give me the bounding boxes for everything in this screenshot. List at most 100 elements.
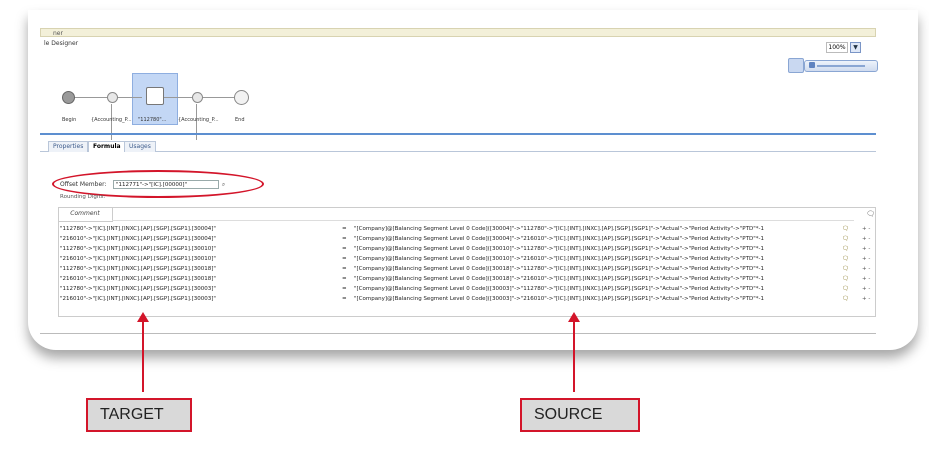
source-expression[interactable]: "[Company]@[Balancing Segment Level 0 Co… <box>354 275 764 283</box>
remove-row-button[interactable]: - <box>868 236 870 242</box>
formula-row[interactable]: "216010"->"[IC].[INT].[INXC].[AP].[SGP].… <box>60 275 872 283</box>
row-add-remove[interactable]: + - <box>862 275 870 283</box>
tab-usages[interactable]: Usages <box>124 141 156 152</box>
rounding-digits-label: Rounding Digits: <box>60 194 106 200</box>
add-row-button[interactable]: + <box>862 246 867 252</box>
target-expression[interactable]: "216010"->"[IC].[INT].[INXC].[AP].[SGP].… <box>60 255 216 263</box>
formula-row[interactable]: "112780"->"[IC].[INT].[INXC].[AP].[SGP].… <box>60 265 872 273</box>
row-comment-icon[interactable]: 🗨 <box>842 255 849 263</box>
zoom-field[interactable]: 100% <box>826 42 848 53</box>
equals-operator: = <box>342 286 347 292</box>
equals-operator: = <box>342 266 347 272</box>
tab-properties[interactable]: Properties <box>48 141 89 152</box>
grid-header-rule <box>112 220 854 221</box>
target-expression[interactable]: "112780"->"[IC].[INT].[INXC].[AP].[SGP].… <box>60 245 216 253</box>
remove-row-button[interactable]: - <box>868 266 870 272</box>
formula-row[interactable]: "112780"->"[IC].[INT].[INXC].[AP].[SGP].… <box>60 285 872 293</box>
accounting-node-left-icon[interactable] <box>107 92 118 103</box>
target-expression[interactable]: "216010"->"[IC].[INT].[INXC].[AP].[SGP].… <box>60 295 216 303</box>
source-expression[interactable]: "[Company]@[Balancing Segment Level 0 Co… <box>354 225 764 233</box>
fit-to-window-button[interactable] <box>788 58 804 73</box>
zoom-dropdown-arrow-icon[interactable]: ▼ <box>850 42 861 53</box>
target-arrow-line <box>142 320 144 392</box>
target-callout: TARGET <box>86 398 192 432</box>
add-row-button[interactable]: + <box>862 296 867 302</box>
flow-connector <box>202 97 234 98</box>
source-expression[interactable]: "[Company]@[Balancing Segment Level 0 Co… <box>354 295 764 303</box>
row-add-remove[interactable]: + - <box>862 285 870 293</box>
designer-splitter[interactable] <box>40 133 876 135</box>
flow-connector <box>73 97 107 98</box>
row-add-remove[interactable]: + - <box>862 235 870 243</box>
panel-bottom-border <box>40 333 876 334</box>
source-expression[interactable]: "[Company]@[Balancing Segment Level 0 Co… <box>354 245 764 253</box>
row-comment-icon[interactable]: 🗨 <box>842 225 849 233</box>
add-row-button[interactable]: + <box>862 286 867 292</box>
row-comment-icon[interactable]: 🗨 <box>842 265 849 273</box>
equals-operator: = <box>342 246 347 252</box>
row-add-remove[interactable]: + - <box>862 225 870 233</box>
source-callout: SOURCE <box>520 398 640 432</box>
tab-formula[interactable]: Formula <box>88 141 126 152</box>
remove-row-button[interactable]: - <box>868 256 870 262</box>
row-add-remove[interactable]: + - <box>862 265 870 273</box>
accounting-node-right-icon[interactable] <box>192 92 203 103</box>
row-comment-icon[interactable]: 🗨 <box>842 285 849 293</box>
comment-column-header: Comment <box>58 207 113 222</box>
source-expression[interactable]: "[Company]@[Balancing Segment Level 0 Co… <box>354 265 764 273</box>
add-row-button[interactable]: + <box>862 266 867 272</box>
target-expression[interactable]: "216010"->"[IC].[INT].[INXC].[AP].[SGP].… <box>60 275 216 283</box>
equals-operator: = <box>342 226 347 232</box>
row-comment-icon[interactable]: 🗨 <box>842 275 849 283</box>
node-label-end: End <box>235 117 245 123</box>
tabs-bar <box>40 133 876 152</box>
source-expression[interactable]: "[Company]@[Balancing Segment Level 0 Co… <box>354 285 764 293</box>
source-expression[interactable]: "[Company]@[Balancing Segment Level 0 Co… <box>354 255 764 263</box>
formula-row[interactable]: "112780"->"[IC].[INT].[INXC].[AP].[SGP].… <box>60 245 872 253</box>
remove-row-button[interactable]: - <box>868 246 870 252</box>
row-comment-icon[interactable]: 🗨 <box>842 295 849 303</box>
formula-row[interactable]: "112780"->"[IC].[INT].[INXC].[AP].[SGP].… <box>60 225 872 233</box>
target-expression[interactable]: "112780"->"[IC].[INT].[INXC].[AP].[SGP].… <box>60 225 216 233</box>
row-comment-icon[interactable]: 🗨 <box>842 235 849 243</box>
flow-connector <box>117 97 142 98</box>
end-node-icon[interactable] <box>234 90 249 105</box>
equals-operator: = <box>342 256 347 262</box>
target-expression[interactable]: "112780"->"[IC].[INT].[INXC].[AP].[SGP].… <box>60 265 216 273</box>
flow-connector <box>164 97 192 98</box>
formula-row[interactable]: "216010"->"[IC].[INT].[INXC].[AP].[SGP].… <box>60 255 872 263</box>
comment-header-icon[interactable]: 🗨 <box>866 210 875 218</box>
zoom-slider-thumb[interactable] <box>809 62 815 68</box>
node-label-accounting-left: {Accounting_P... <box>91 117 132 123</box>
node-label-begin: Begin <box>62 117 77 123</box>
equals-operator: = <box>342 236 347 242</box>
add-row-button[interactable]: + <box>862 256 867 262</box>
window-titlebar: ner <box>40 28 876 37</box>
designer-subtitle: le Designer <box>44 40 79 47</box>
add-row-button[interactable]: + <box>862 276 867 282</box>
formula-row[interactable]: "216010"->"[IC].[INT].[INXC].[AP].[SGP].… <box>60 295 872 303</box>
remove-row-button[interactable]: - <box>868 226 870 232</box>
zoom-slider[interactable] <box>804 60 878 72</box>
formula-row[interactable]: "216010"->"[IC].[INT].[INXC].[AP].[SGP].… <box>60 235 872 243</box>
node-label-selected: "112780"... <box>138 117 167 123</box>
target-expression[interactable]: "216010"->"[IC].[INT].[INXC].[AP].[SGP].… <box>60 235 216 243</box>
add-row-button[interactable]: + <box>862 226 867 232</box>
row-add-remove[interactable]: + - <box>862 255 870 263</box>
equals-operator: = <box>342 296 347 302</box>
window-title: ner <box>53 30 63 37</box>
row-comment-icon[interactable]: 🗨 <box>842 245 849 253</box>
target-expression[interactable]: "112780"->"[IC].[INT].[INXC].[AP].[SGP].… <box>60 285 216 293</box>
begin-node-icon[interactable] <box>62 91 75 104</box>
remove-row-button[interactable]: - <box>868 286 870 292</box>
source-arrow-line <box>573 320 575 392</box>
add-row-button[interactable]: + <box>862 236 867 242</box>
equals-operator: = <box>342 276 347 282</box>
remove-row-button[interactable]: - <box>868 296 870 302</box>
source-expression[interactable]: "[Company]@[Balancing Segment Level 0 Co… <box>354 235 764 243</box>
remove-row-button[interactable]: - <box>868 276 870 282</box>
row-add-remove[interactable]: + - <box>862 245 870 253</box>
row-add-remove[interactable]: + - <box>862 295 870 303</box>
formula-node-icon[interactable] <box>146 87 164 105</box>
zoom-slider-track <box>817 65 865 67</box>
